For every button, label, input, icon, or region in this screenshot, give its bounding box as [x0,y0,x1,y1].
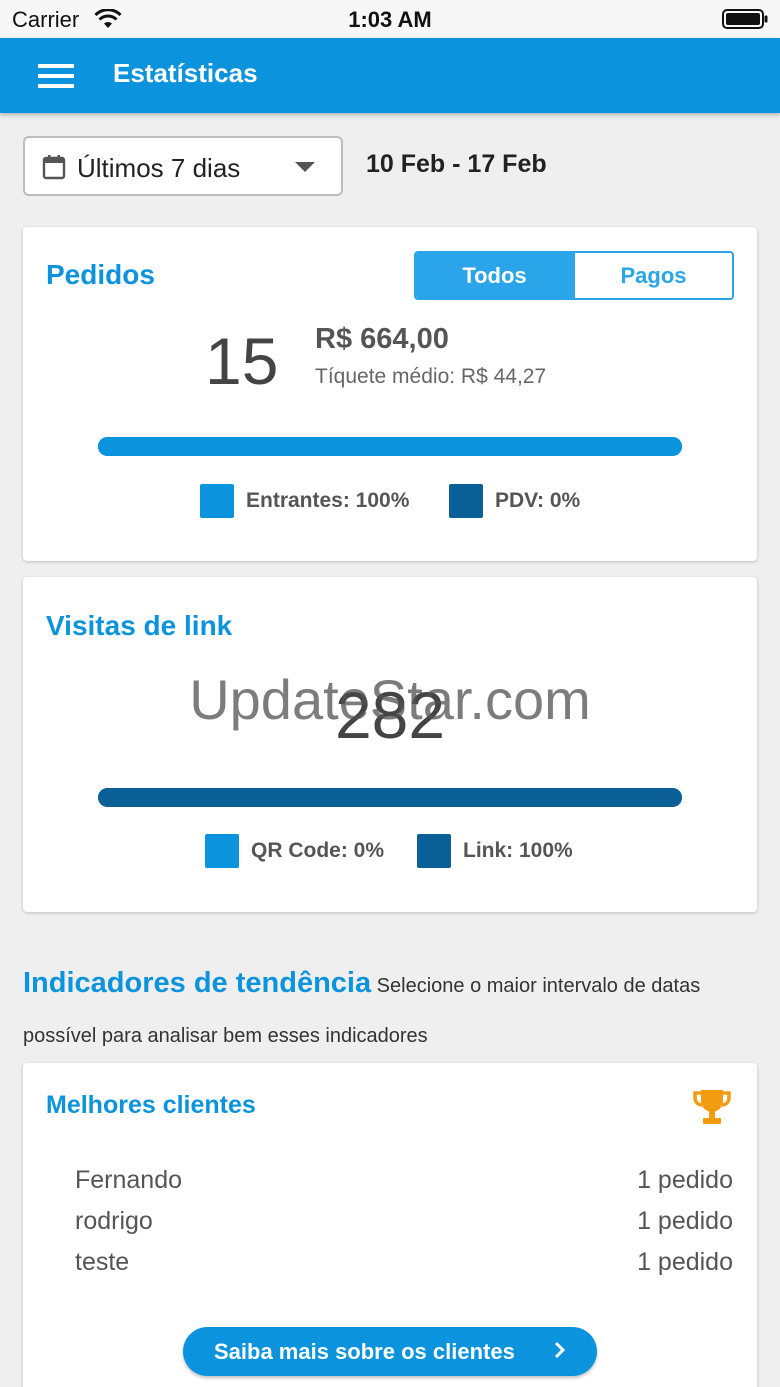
watermark: UpdateStar.com [189,668,591,731]
app-bar: Estatísticas [0,38,780,113]
best-clients-card: Melhores clientes Fernando 1 pedido rodr… [23,1063,757,1387]
orders-card: Pedidos Todos Pagos 15 R$ 664,00 Tíquete… [23,227,757,561]
status-bar: Carrier 1:03 AM [0,0,780,38]
date-range-select[interactable]: Últimos 7 dias [23,136,343,196]
average-ticket: Tíquete médio: R$ 44,27 [315,365,547,388]
legend-label-incoming: Entrantes: 100% [246,489,410,512]
tab-pagos[interactable]: Pagos [573,253,732,298]
legend-swatch-qrcode [205,834,239,868]
chevron-right-icon [553,1339,567,1366]
legend-label-link: Link: 100% [463,839,573,862]
clock: 1:03 AM [348,7,432,32]
page-title: Estatísticas [113,58,258,88]
orders-share-bar [98,437,682,456]
legend-label-pdv: PDV: 0% [495,489,581,512]
client-name: Fernando [75,1166,183,1194]
client-order-count: 1 pedido [637,1248,733,1276]
orders-title: Pedidos [46,259,155,290]
legend-label-qrcode: QR Code: 0% [251,839,385,862]
legend-swatch-pdv [449,484,483,518]
trends-title: Indicadores de tendência [23,967,372,999]
trends-heading: Indicadores de tendência Selecione o mai… [23,958,763,1061]
battery-icon [722,9,768,29]
best-clients-title: Melhores clientes [46,1091,256,1119]
legend-swatch-link [417,834,451,868]
visits-card: Visitas de link 282 UpdateStar.com QR Co… [23,577,757,912]
chevron-down-icon [295,162,315,172]
client-order-count: 1 pedido [637,1166,733,1194]
visits-title: Visitas de link [46,610,233,641]
client-name: teste [75,1248,130,1276]
orders-count: 15 [205,324,279,398]
orders-filter-tabs: Todos Pagos [414,251,734,300]
visits-share-fill [98,788,682,807]
trophy-icon [692,1087,732,1132]
orders-share-fill [98,437,682,456]
visits-legend: QR Code: 0% Link: 100% [23,834,757,868]
clients-more-button[interactable]: Saiba mais sobre os clientes [183,1327,597,1376]
orders-legend: Entrantes: 100% PDV: 0% [23,484,757,518]
menu-icon[interactable] [38,64,74,88]
legend-swatch-incoming [200,484,234,518]
calendar-icon [42,154,66,185]
visits-share-bar [98,788,682,807]
date-range-label: Últimos 7 dias [77,153,241,183]
tab-todos[interactable]: Todos [416,253,573,298]
orders-total: R$ 664,00 [315,323,449,355]
date-range-text: 10 Feb - 17 Feb [366,150,547,178]
client-order-count: 1 pedido [637,1207,733,1235]
client-name: rodrigo [75,1207,153,1235]
clients-more-label: Saiba mais sobre os clientes [214,1339,515,1364]
